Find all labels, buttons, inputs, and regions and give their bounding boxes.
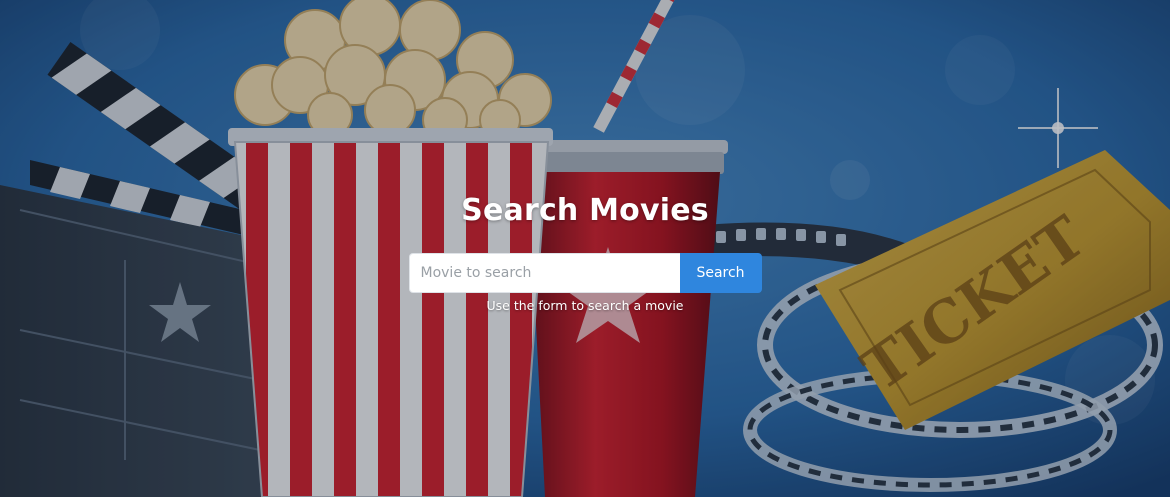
search-panel: Search Movies Search Use the form to sea… [0, 190, 1170, 313]
search-form: Search [0, 253, 1170, 293]
hero-banner: TICKET Search Movies Movie to search Sea… [0, 0, 1170, 497]
search-button[interactable]: Search [679, 253, 762, 293]
page-title: Search Movies [461, 193, 709, 228]
search-input[interactable] [408, 253, 680, 293]
help-text: Use the form to search a movie [486, 298, 684, 313]
